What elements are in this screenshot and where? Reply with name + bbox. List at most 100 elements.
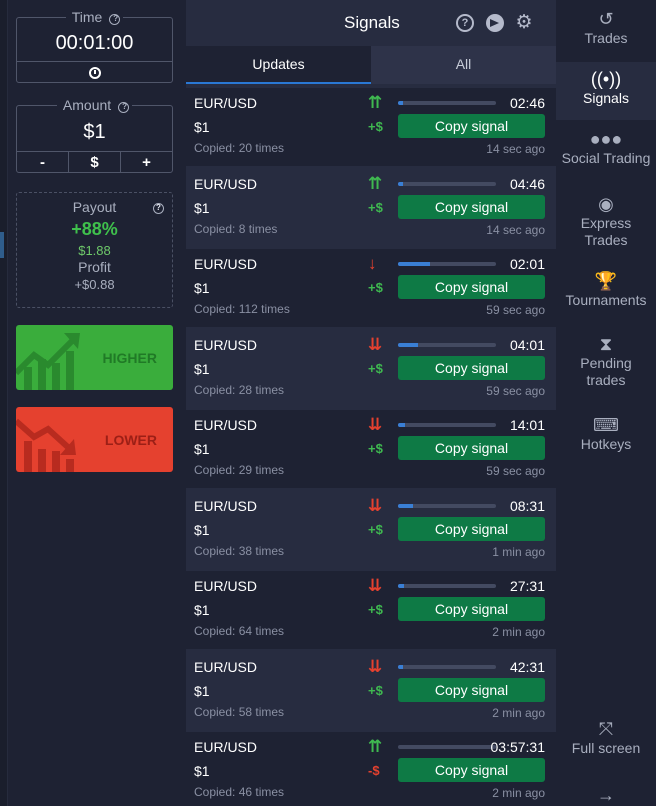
- signal-profit: +$: [368, 360, 383, 376]
- signal-profit: +$: [368, 441, 383, 456]
- amount-label: Amount ?: [17, 97, 172, 113]
- signal-copied-count: Copied: 20 times: [194, 141, 285, 155]
- signal-profit: -$: [368, 763, 380, 778]
- signal-copied-count: Copied: 38 times: [194, 543, 285, 558]
- menu-item-tournaments[interactable]: 🏆 Tournaments: [556, 270, 656, 309]
- signal-pair: EUR/USD: [194, 739, 258, 755]
- signal-progress-bar: [398, 584, 496, 588]
- help-icon[interactable]: ?: [109, 14, 121, 25]
- signal-progress-bar: [398, 423, 496, 427]
- fullscreen-icon: ⤧: [598, 719, 614, 739]
- signal-progress-fill: [398, 423, 405, 427]
- amount-decrease-button[interactable]: -: [17, 152, 69, 173]
- edge-marker: [0, 232, 4, 258]
- signal-age: 14 sec ago: [486, 222, 545, 237]
- signal-profit: +$: [368, 280, 383, 295]
- signals-header: Signals ? ⚙: [186, 0, 556, 46]
- time-label: Time ?: [17, 9, 172, 25]
- copy-signal-button[interactable]: Copy signal: [398, 677, 545, 702]
- gear-icon[interactable]: ⚙: [515, 13, 533, 32]
- profit-label: Profit: [78, 259, 111, 275]
- signal-amount: $1: [194, 441, 210, 457]
- help-icon[interactable]: ?: [118, 102, 130, 113]
- copy-signal-button[interactable]: Copy signal: [398, 275, 545, 299]
- signal-amount: $1: [194, 360, 210, 377]
- copy-signal-button[interactable]: Copy signal: [398, 597, 545, 621]
- signal-copied-count: Copied: 28 times: [194, 382, 285, 397]
- copy-signal-button[interactable]: Copy signal: [398, 194, 545, 219]
- menu-item-social-trading[interactable]: ●●● Social Trading: [556, 128, 656, 167]
- menu-item-trades[interactable]: ↺ Trades: [556, 8, 656, 47]
- lower-button[interactable]: LOWER: [16, 407, 173, 472]
- help-icon[interactable]: ?: [153, 203, 164, 214]
- signal-pair: EUR/USD: [194, 497, 258, 514]
- signal-progress-fill: [398, 101, 403, 105]
- signal-age: 14 sec ago: [486, 142, 545, 156]
- payout-box: Payout ? +88% $1.88 Profit +$0.88: [16, 192, 173, 308]
- signals-panel: Signals ? ⚙ Updates All EUR/USD $1 Copied:…: [186, 0, 556, 806]
- signal-age: 59 sec ago: [486, 383, 545, 398]
- payout-amount: $1.88: [78, 243, 111, 258]
- payout-label: Payout: [72, 199, 117, 215]
- copy-signal-button[interactable]: Copy signal: [398, 758, 545, 782]
- signal-age: 59 sec ago: [486, 303, 545, 317]
- signal-progress-bar: [398, 503, 496, 508]
- signal-row: EUR/USD $1 Copied: 112 times ↓ +$ 02:01 Copy s…: [186, 249, 556, 327]
- users-icon: ●●●: [589, 129, 623, 149]
- copy-signal-button[interactable]: Copy signal: [398, 114, 545, 138]
- menu-item-label: Express Trades: [580, 215, 632, 248]
- telegram-icon[interactable]: [486, 14, 504, 32]
- signal-progress-bar: [398, 664, 496, 669]
- copy-signal-button[interactable]: Copy signal: [398, 436, 545, 460]
- amount-box[interactable]: Amount ? $1 - $ +: [16, 97, 173, 173]
- trophy-icon: 🏆: [594, 271, 618, 291]
- currency-button[interactable]: $: [69, 152, 121, 173]
- menu-item-next[interactable]: →: [556, 784, 656, 806]
- signal-progress-bar: [398, 745, 496, 749]
- menu-item-hotkeys[interactable]: ⌨ Hotkeys: [556, 414, 656, 453]
- signal-time: 02:01: [509, 256, 545, 272]
- signal-row: EUR/USD $1 Copied: 29 times ⇊ +$ 14:01 Copy si…: [186, 410, 556, 488]
- chart-down-icon: [16, 418, 76, 472]
- keyboard-icon: ⌨: [593, 415, 619, 435]
- payout-percent: +88%: [71, 219, 118, 239]
- arrow-up-icon: ⇈: [368, 173, 382, 193]
- arrow-down-icon: ↓: [368, 254, 376, 273]
- signal-progress-bar: [398, 342, 496, 347]
- signal-age: 2 min ago: [492, 625, 545, 639]
- signal-time: 04:01: [509, 336, 545, 353]
- signal-age: 2 min ago: [492, 705, 545, 720]
- lower-label: LOWER: [104, 432, 157, 448]
- signal-copied-count: Copied: 112 times: [194, 302, 290, 316]
- signal-amount: $1: [194, 199, 210, 216]
- signal-progress-bar: [398, 181, 496, 186]
- menu-item-express-trades[interactable]: ◉ Express Trades: [556, 193, 656, 249]
- menu-item-label: Hotkeys: [580, 436, 632, 452]
- signal-progress-bar: [398, 262, 496, 266]
- menu-item-signals[interactable]: ((•)) Signals: [556, 62, 656, 120]
- amount-increase-button[interactable]: +: [121, 152, 172, 173]
- tab-all[interactable]: All: [371, 46, 556, 84]
- time-picker-button[interactable]: [17, 62, 172, 83]
- higher-button[interactable]: HIGHER: [16, 325, 173, 390]
- help-icon[interactable]: ?: [456, 14, 474, 32]
- history-icon: ↺: [598, 9, 614, 29]
- menu-item-pending-trades[interactable]: ⧗ Pending trades: [556, 333, 656, 389]
- copy-signal-button[interactable]: Copy signal: [398, 355, 545, 380]
- time-box[interactable]: Time ? 00:01:00: [16, 9, 173, 83]
- signal-row: EUR/USD $1 Copied: 46 times ⇈ -$ 03:57:31 Copy…: [186, 732, 556, 806]
- signal-time: 42:31: [509, 658, 545, 675]
- signal-copied-count: Copied: 29 times: [194, 463, 285, 477]
- tab-updates[interactable]: Updates: [186, 46, 371, 84]
- signal-time: 14:01: [509, 417, 545, 433]
- menu-item-full-screen[interactable]: ⤧ Full screen: [556, 718, 656, 757]
- signal-row: EUR/USD $1 Copied: 8 times ⇈ +$ 04:46 Copy sig…: [186, 168, 556, 247]
- signal-row: EUR/USD $1 Copied: 28 times ⇊ +$ 04:01 Copy si…: [186, 329, 556, 408]
- higher-label: HIGHER: [102, 350, 157, 366]
- signal-progress-fill: [398, 181, 403, 186]
- signal-progress-fill: [398, 342, 418, 347]
- right-menu: ↺ Trades ((•)) Signals ●●● Social Trading ◉ Exp…: [556, 0, 656, 806]
- arrow-down-icon: ⇊: [368, 415, 382, 434]
- copy-signal-button[interactable]: Copy signal: [398, 516, 545, 541]
- signal-profit: +$: [368, 682, 383, 698]
